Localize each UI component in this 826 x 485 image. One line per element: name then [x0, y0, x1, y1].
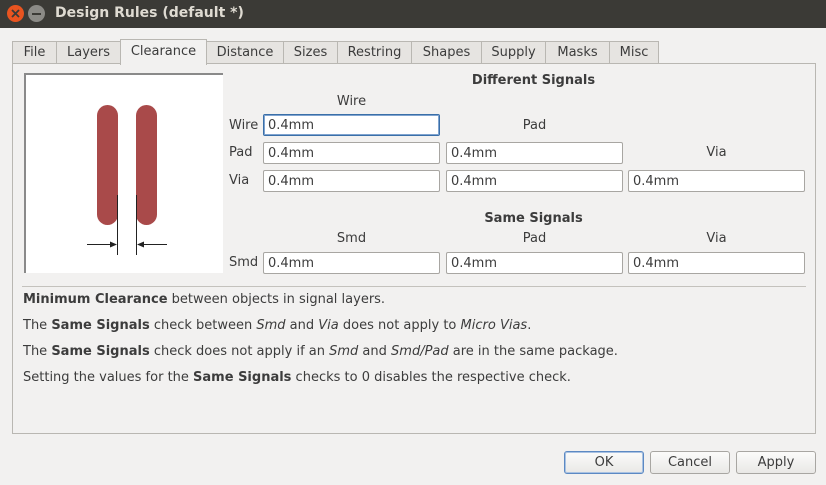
pad-pad-field[interactable]	[446, 142, 623, 164]
smd-via-field[interactable]	[628, 252, 805, 274]
trace-right	[136, 105, 157, 225]
note-emphasis: Same Signals	[51, 318, 150, 333]
col-header-pad: Pad	[522, 118, 547, 133]
note-text: between objects in signal layers.	[167, 292, 386, 307]
tab-sizes[interactable]: Sizes	[283, 41, 338, 64]
note-term: Smd	[329, 344, 359, 359]
minimize-window-button[interactable]	[28, 5, 45, 22]
smd-pad-field[interactable]	[446, 252, 623, 274]
tab-clearance[interactable]: Clearance	[120, 39, 207, 65]
tab-file[interactable]: File	[12, 41, 57, 64]
note-text: Setting the values for the	[23, 370, 194, 385]
note-same-package: The Same Signals check does not apply if…	[23, 344, 618, 359]
note-emphasis: Minimum Clearance	[23, 292, 168, 307]
row-label-via: Via	[229, 173, 250, 188]
tab-restring[interactable]: Restring	[337, 41, 412, 64]
note-term: Via	[318, 318, 339, 333]
note-text: check between	[149, 318, 257, 333]
tab-distance[interactable]: Distance	[206, 41, 284, 64]
different-signals-heading: Different Signals	[471, 73, 596, 88]
same-col-header-pad: Pad	[522, 231, 547, 246]
via-via-field[interactable]	[628, 170, 805, 192]
note-term: Micro Vias	[460, 318, 528, 333]
arrowhead-right	[137, 241, 144, 248]
note-emphasis: Same Signals	[51, 344, 150, 359]
note-text: and	[358, 344, 392, 359]
clearance-diagram	[87, 105, 167, 255]
trace-left	[97, 105, 118, 225]
title-bar: Design Rules (default *)	[0, 0, 826, 28]
clearance-panel: Different Signals Wire Pad Via Wire Pad …	[12, 63, 816, 434]
note-micro-vias: The Same Signals check between Smd and V…	[23, 318, 531, 333]
note-text: check does not apply if an	[149, 344, 330, 359]
apply-button[interactable]: Apply	[736, 451, 816, 474]
same-col-header-via: Via	[706, 231, 727, 246]
separator	[22, 286, 806, 287]
wire-wire-field[interactable]	[263, 114, 440, 136]
row-label-pad: Pad	[229, 145, 253, 160]
col-header-via: Via	[706, 145, 727, 160]
note-text: The	[23, 318, 52, 333]
note-term: Smd/Pad	[391, 344, 449, 359]
tab-layers[interactable]: Layers	[56, 41, 121, 64]
note-text: does not apply to	[338, 318, 461, 333]
row-label-wire: Wire	[229, 118, 259, 133]
tab-misc[interactable]: Misc	[609, 41, 659, 64]
note-text: checks to 0 disables the respective chec…	[291, 370, 571, 385]
tab-supply[interactable]: Supply	[481, 41, 546, 64]
pad-wire-field[interactable]	[263, 142, 440, 164]
same-col-header-smd: Smd	[336, 231, 367, 246]
same-signals-heading: Same Signals	[484, 211, 583, 226]
note-text: .	[527, 318, 532, 333]
note-text: The	[23, 344, 52, 359]
arrowhead-left	[110, 241, 117, 248]
note-emphasis: Same Signals	[193, 370, 292, 385]
ok-button[interactable]: OK	[564, 451, 644, 474]
note-disable-check: Setting the values for the Same Signals …	[23, 370, 571, 385]
via-pad-field[interactable]	[446, 170, 623, 192]
close-icon	[11, 9, 20, 18]
clearance-preview	[24, 73, 223, 273]
row-label-smd: Smd	[229, 255, 259, 270]
window-title: Design Rules (default *)	[55, 5, 244, 21]
col-header-wire: Wire	[336, 94, 367, 109]
close-window-button[interactable]	[7, 5, 24, 22]
tab-shapes[interactable]: Shapes	[411, 41, 482, 64]
note-term: Smd	[256, 318, 286, 333]
note-text: are in the same package.	[448, 344, 618, 359]
note-minimum-clearance: Minimum Clearance between objects in sig…	[23, 292, 385, 307]
tab-masks[interactable]: Masks	[545, 41, 610, 64]
via-wire-field[interactable]	[263, 170, 440, 192]
smd-smd-field[interactable]	[263, 252, 440, 274]
cancel-button[interactable]: Cancel	[650, 451, 730, 474]
note-text: and	[285, 318, 319, 333]
